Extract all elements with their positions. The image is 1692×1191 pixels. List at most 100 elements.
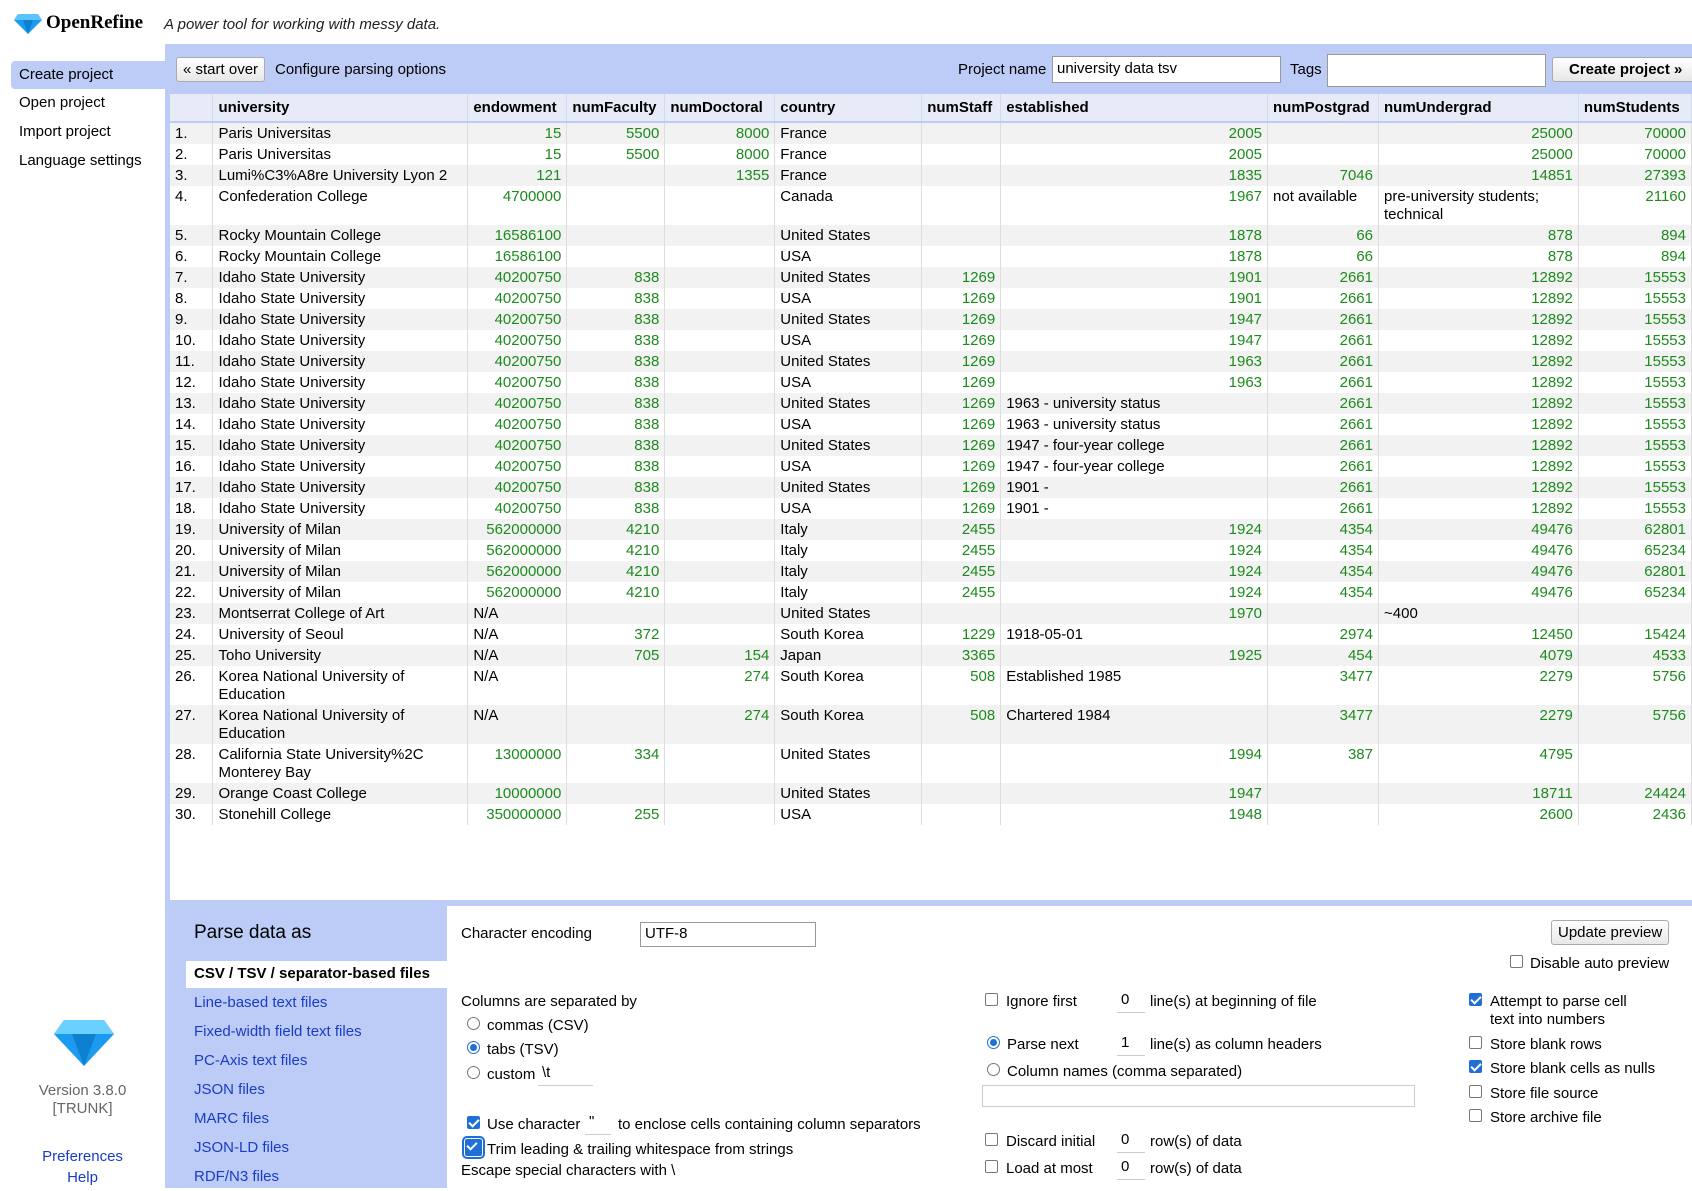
table-cell: USA <box>774 330 923 351</box>
column-header[interactable]: numUndergrad <box>1378 94 1579 123</box>
table-cell: 3477 <box>1267 705 1379 744</box>
format-marc[interactable]: MARC files <box>186 1106 447 1133</box>
column-header[interactable]: numStaff <box>921 94 1002 123</box>
use-quote-char-checkbox[interactable] <box>467 1116 480 1129</box>
nav-language-settings[interactable]: Language settings <box>11 147 165 175</box>
create-project-button[interactable]: Create project » <box>1552 57 1692 82</box>
logo[interactable]: OpenRefine <box>14 12 143 34</box>
table-cell: 15553 <box>1578 435 1692 456</box>
format-json[interactable]: JSON files <box>186 1077 447 1104</box>
format-rdf-n3[interactable]: RDF/N3 files <box>186 1164 447 1191</box>
custom-separator-input[interactable]: \t <box>538 1064 593 1086</box>
help-link[interactable]: Help <box>0 1169 165 1186</box>
nav-create-project[interactable]: Create project <box>11 61 165 89</box>
table-cell <box>664 744 776 783</box>
column-header[interactable]: numDoctoral <box>664 94 776 123</box>
table-cell: 40200750 <box>467 351 568 372</box>
table-row: 14. Idaho State University 40200750 838 USA 1… <box>170 414 1692 435</box>
table-cell <box>664 309 776 330</box>
table-cell <box>664 540 776 561</box>
column-header[interactable]: numPostgrad <box>1267 94 1379 123</box>
row-index: 19. <box>170 519 214 540</box>
column-header[interactable]: university <box>212 94 469 123</box>
table-row: 3. Lumi%C3%A8re University Lyon 2 121 1355 F… <box>170 165 1692 186</box>
quote-char-input[interactable]: " <box>585 1113 611 1135</box>
parse-next-radio[interactable] <box>987 1036 1000 1049</box>
sep-commas-radio[interactable] <box>467 1017 480 1030</box>
table-cell: 838 <box>566 393 666 414</box>
table-cell: Italy <box>774 561 923 582</box>
load-at-most-input[interactable]: 0 <box>1117 1158 1145 1180</box>
table-row: 24. University of Seoul N/A 372 South Korea 1… <box>170 624 1692 645</box>
table-cell <box>664 561 776 582</box>
nav-open-project[interactable]: Open project <box>11 89 165 117</box>
parse-numbers-checkbox[interactable] <box>1469 993 1482 1006</box>
column-names-radio[interactable] <box>987 1063 1000 1076</box>
table-cell: 40200750 <box>467 330 568 351</box>
format-line-based[interactable]: Line-based text files <box>186 990 447 1017</box>
project-name-input[interactable]: university data tsv <box>1052 56 1281 83</box>
table-cell: 2661 <box>1267 477 1379 498</box>
table-row: 9. Idaho State University 40200750 838 Unite… <box>170 309 1692 330</box>
sep-custom-radio[interactable] <box>467 1066 480 1079</box>
column-header[interactable]: numStudents <box>1578 94 1692 123</box>
use-char-label: Use character <box>487 1116 581 1133</box>
format-pc-axis[interactable]: PC-Axis text files <box>186 1048 447 1075</box>
store-file-source-checkbox[interactable] <box>1469 1085 1482 1098</box>
trim-whitespace-checkbox[interactable] <box>462 1136 485 1159</box>
start-over-button[interactable]: « start over <box>176 57 266 82</box>
table-cell: 49476 <box>1378 540 1579 561</box>
table-row: 25. Toho University N/A 705 154 Japan 3365 1925… <box>170 645 1692 666</box>
table-cell <box>664 603 776 624</box>
table-cell: 5500 <box>566 122 666 144</box>
column-names-input[interactable] <box>982 1085 1415 1107</box>
app-header: OpenRefine A power tool for working with… <box>0 0 1692 44</box>
format-csv-tsv[interactable]: CSV / TSV / separator-based files <box>186 961 447 988</box>
column-header[interactable]: endowment <box>467 94 568 123</box>
store-blank-rows-checkbox[interactable] <box>1469 1036 1482 1049</box>
discard-initial-checkbox[interactable] <box>985 1133 998 1146</box>
table-cell: 350000000 <box>467 804 568 825</box>
preferences-link[interactable]: Preferences <box>0 1148 165 1165</box>
disable-auto-preview-checkbox[interactable] <box>1510 955 1523 968</box>
ignore-first-input[interactable]: 0 <box>1117 991 1145 1013</box>
table-cell: 25000 <box>1378 144 1579 165</box>
update-preview-button[interactable]: Update preview <box>1551 920 1670 945</box>
diamond-logo-icon <box>54 1020 114 1066</box>
table-cell: 372 <box>566 624 666 645</box>
format-fixed-width[interactable]: Fixed-width field text files <box>186 1019 447 1046</box>
tags-input[interactable] <box>1327 54 1546 87</box>
column-header[interactable]: country <box>774 94 923 123</box>
table-cell: University of Milan <box>212 561 469 582</box>
table-cell: California State University%2C Monterey … <box>212 744 469 783</box>
table-row: 16. Idaho State University 40200750 838 USA 1… <box>170 456 1692 477</box>
table-cell: 1901 - <box>1000 498 1269 519</box>
store-blank-nulls-checkbox[interactable] <box>1469 1060 1482 1073</box>
table-cell: 16586100 <box>467 225 568 246</box>
column-header[interactable]: numFaculty <box>566 94 666 123</box>
load-at-most-label: Load at most <box>1006 1160 1093 1177</box>
row-index: 28. <box>170 744 214 783</box>
table-cell: 40200750 <box>467 456 568 477</box>
nav-import-project[interactable]: Import project <box>11 118 165 146</box>
discard-initial-input[interactable]: 0 <box>1117 1131 1145 1153</box>
format-json-ld[interactable]: JSON-LD files <box>186 1135 447 1162</box>
table-row: 21. University of Milan 562000000 4210 Italy… <box>170 561 1692 582</box>
table-cell: Italy <box>774 519 923 540</box>
char-encoding-input[interactable]: UTF-8 <box>640 922 816 947</box>
ignore-first-checkbox[interactable] <box>985 993 998 1006</box>
row-index: 13. <box>170 393 214 414</box>
table-cell: 1269 <box>921 288 1002 309</box>
column-header[interactable]: established <box>1000 94 1269 123</box>
store-archive-checkbox[interactable] <box>1469 1109 1482 1122</box>
preview-grid[interactable]: university endowment numFaculty numDoctoral… <box>170 94 1692 900</box>
table-cell: 40200750 <box>467 372 568 393</box>
table-cell: 13000000 <box>467 744 568 783</box>
store-blank-nulls-label: Store blank cells as nulls <box>1490 1060 1656 1077</box>
sep-tabs-radio[interactable] <box>467 1041 480 1054</box>
table-cell: 274 <box>664 705 776 744</box>
preview-grid-frame: university endowment numFaculty numDoctoral… <box>165 94 1692 904</box>
parse-next-input[interactable]: 1 <box>1117 1034 1145 1056</box>
table-cell: 1901 <box>1000 267 1269 288</box>
load-at-most-checkbox[interactable] <box>985 1160 998 1173</box>
